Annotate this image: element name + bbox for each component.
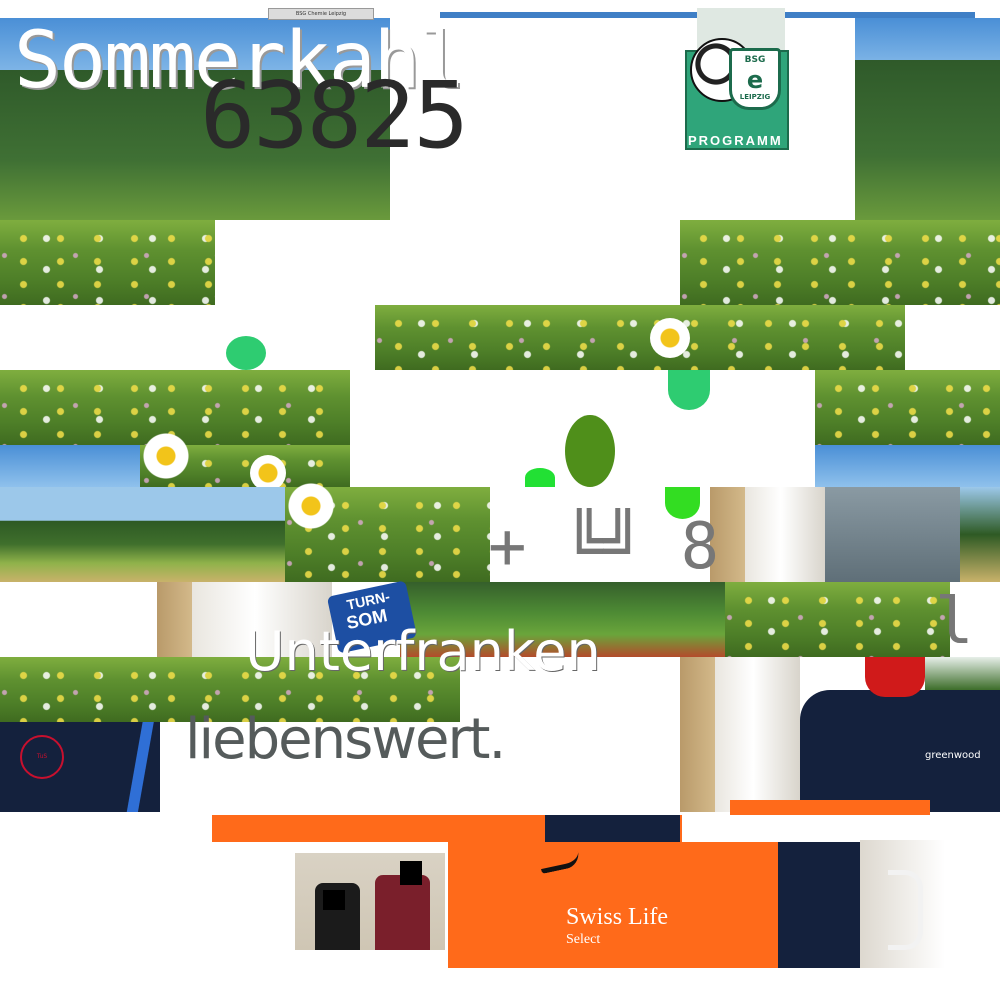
shirt-right-band <box>730 800 930 815</box>
village-landscape-left <box>0 487 285 582</box>
region-text: Unterfranken <box>245 620 601 683</box>
tagline-text: liebenswert. <box>185 707 506 772</box>
crest-bottom-text: LEIPZIG <box>739 93 771 101</box>
face-redaction <box>400 861 422 885</box>
sleeve-right <box>778 842 860 968</box>
crest-icon: BSG e LEIPZIG <box>729 48 781 110</box>
door-tile-3 <box>715 657 800 812</box>
sponsor-text: Swiss Life <box>566 904 668 930</box>
olive-blob <box>565 415 615 487</box>
crest-top-text: BSG <box>744 55 766 65</box>
door-handle-icon <box>888 870 923 950</box>
person-right <box>375 875 430 950</box>
sky-tile-mid-right <box>815 445 1000 487</box>
sky-tile-mid-left <box>0 445 140 487</box>
daisy-icon <box>140 430 192 482</box>
glyph-fragment: + ╚╝ 8 <box>488 510 720 584</box>
meadow-tile-1 <box>0 220 215 305</box>
jacket-left-stripe <box>120 722 160 812</box>
wall-tile-2 <box>157 582 192 657</box>
green-blob <box>668 370 710 410</box>
club-badge: TuS <box>20 735 64 779</box>
daisy-icon <box>285 480 337 532</box>
face-redaction <box>323 890 345 910</box>
daisy-icon <box>650 318 690 358</box>
window-tile-1 <box>825 487 960 582</box>
crest-red-white <box>865 657 925 697</box>
meadow-tile-8 <box>725 582 950 657</box>
meadow-tile-3 <box>375 305 905 370</box>
corner-bar-glyph: l <box>935 585 974 659</box>
treeline-right <box>855 60 1000 220</box>
postal-code-text: 63825 <box>200 62 469 169</box>
door-tile-1 <box>745 487 825 582</box>
program-label: PROGRAMM <box>688 133 783 148</box>
crest-letter: e <box>746 66 764 94</box>
village-landscape-right <box>960 487 1000 582</box>
wall-tile-3 <box>680 657 715 812</box>
shirt-hands-band <box>545 815 680 842</box>
green-blob <box>226 336 266 370</box>
daisy-icon <box>250 455 286 491</box>
green-blob <box>525 468 555 487</box>
sponsor-subtext: Select <box>566 932 601 947</box>
people-photo <box>295 853 445 950</box>
meadow-tile-5 <box>815 370 1000 445</box>
meadow-tile-2 <box>680 220 1000 305</box>
greenwood-patch: greenwood <box>925 750 985 768</box>
